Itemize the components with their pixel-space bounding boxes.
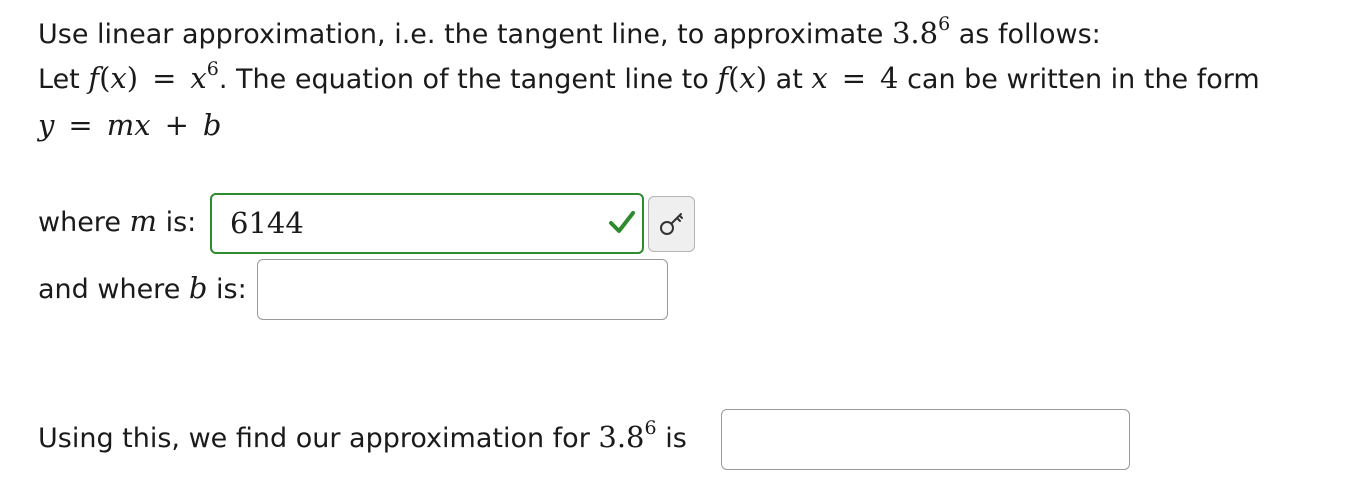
close-paren-2: ): [755, 61, 768, 95]
open-paren-2: (: [728, 61, 740, 95]
target-exponent: 6: [938, 13, 951, 35]
b-label-prefix: and where: [38, 274, 189, 305]
form-x: x: [134, 108, 151, 142]
m-answer-value: 6144: [230, 206, 304, 240]
equals-sign: =: [152, 61, 177, 95]
sentence-end: can be written in the form: [898, 64, 1260, 95]
open-paren: (: [99, 61, 111, 95]
key-button[interactable]: [648, 196, 695, 252]
function-variable-2: x: [739, 61, 756, 95]
power-base: x: [190, 61, 207, 95]
point-value: 4: [880, 61, 899, 95]
equals-sign-2: =: [841, 61, 867, 95]
form-plus: +: [164, 108, 189, 142]
b-answer-input[interactable]: [257, 259, 668, 320]
approx-field-label: Using this, we find our approximation fo…: [38, 417, 687, 456]
key-icon: [660, 213, 683, 235]
m-label-suffix: is:: [157, 207, 197, 238]
approximation-answer-input[interactable]: [721, 409, 1130, 470]
b-label-suffix: is:: [207, 274, 247, 305]
power-exponent: 6: [206, 58, 219, 80]
form-b: b: [202, 108, 222, 142]
form-y: y: [38, 108, 55, 142]
form-m: m: [106, 108, 135, 142]
function-variable: x: [110, 61, 127, 95]
m-answer-input[interactable]: 6144: [210, 193, 644, 254]
function-name-2: f: [717, 61, 729, 95]
form-equals: =: [68, 108, 93, 142]
tangent-form-line: y = mx + b: [38, 108, 221, 144]
problem-intro-line: Use linear approximation, i.e. the tange…: [38, 13, 1101, 52]
check-icon: [609, 211, 635, 233]
function-name: f: [88, 61, 100, 95]
intro-suffix: as follows:: [950, 19, 1101, 50]
approx-label-prefix: Using this, we find our approximation fo…: [38, 423, 599, 454]
close-paren: ): [126, 61, 139, 95]
problem-definition-line: Let f(x) = x6. The equation of the tangent…: [38, 58, 1260, 97]
b-label-var: b: [188, 271, 208, 305]
b-field-label: and where b is:: [38, 271, 247, 307]
target-base: 3.8: [891, 16, 939, 50]
m-label-var: m: [129, 204, 158, 238]
m-field-label: where m is:: [38, 204, 196, 240]
at-word: at: [767, 64, 812, 95]
intro-prefix: Use linear approximation, i.e. the tange…: [38, 19, 892, 50]
approx-label-suffix: is: [656, 423, 687, 454]
let-word: Let: [38, 64, 89, 95]
point-variable: x: [811, 61, 828, 95]
approx-label-base: 3.8: [598, 420, 645, 454]
sentence-mid: . The equation of the tangent line to: [218, 64, 718, 95]
m-label-prefix: where: [38, 207, 130, 238]
approx-label-exponent: 6: [644, 417, 657, 439]
